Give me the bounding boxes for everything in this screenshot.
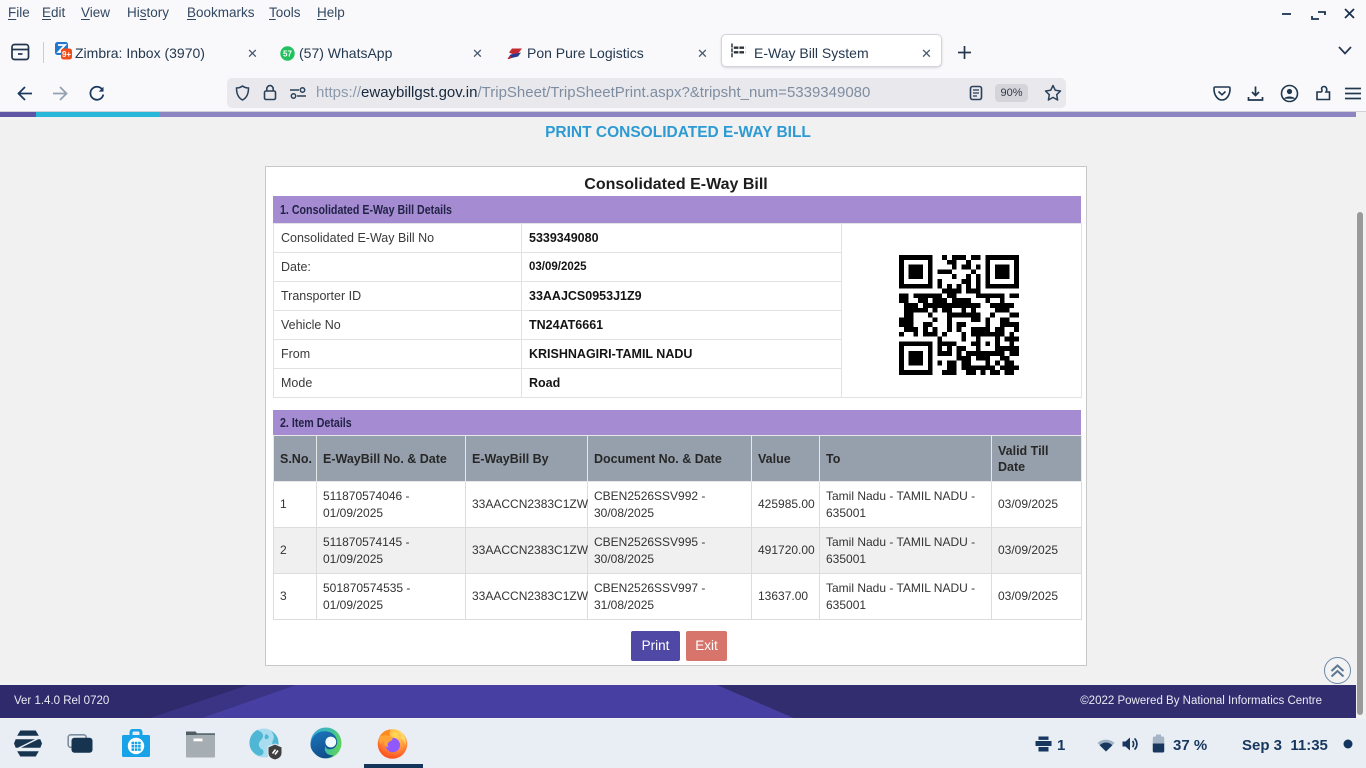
svg-text:57: 57: [283, 50, 292, 59]
svg-text:9+: 9+: [62, 50, 71, 59]
